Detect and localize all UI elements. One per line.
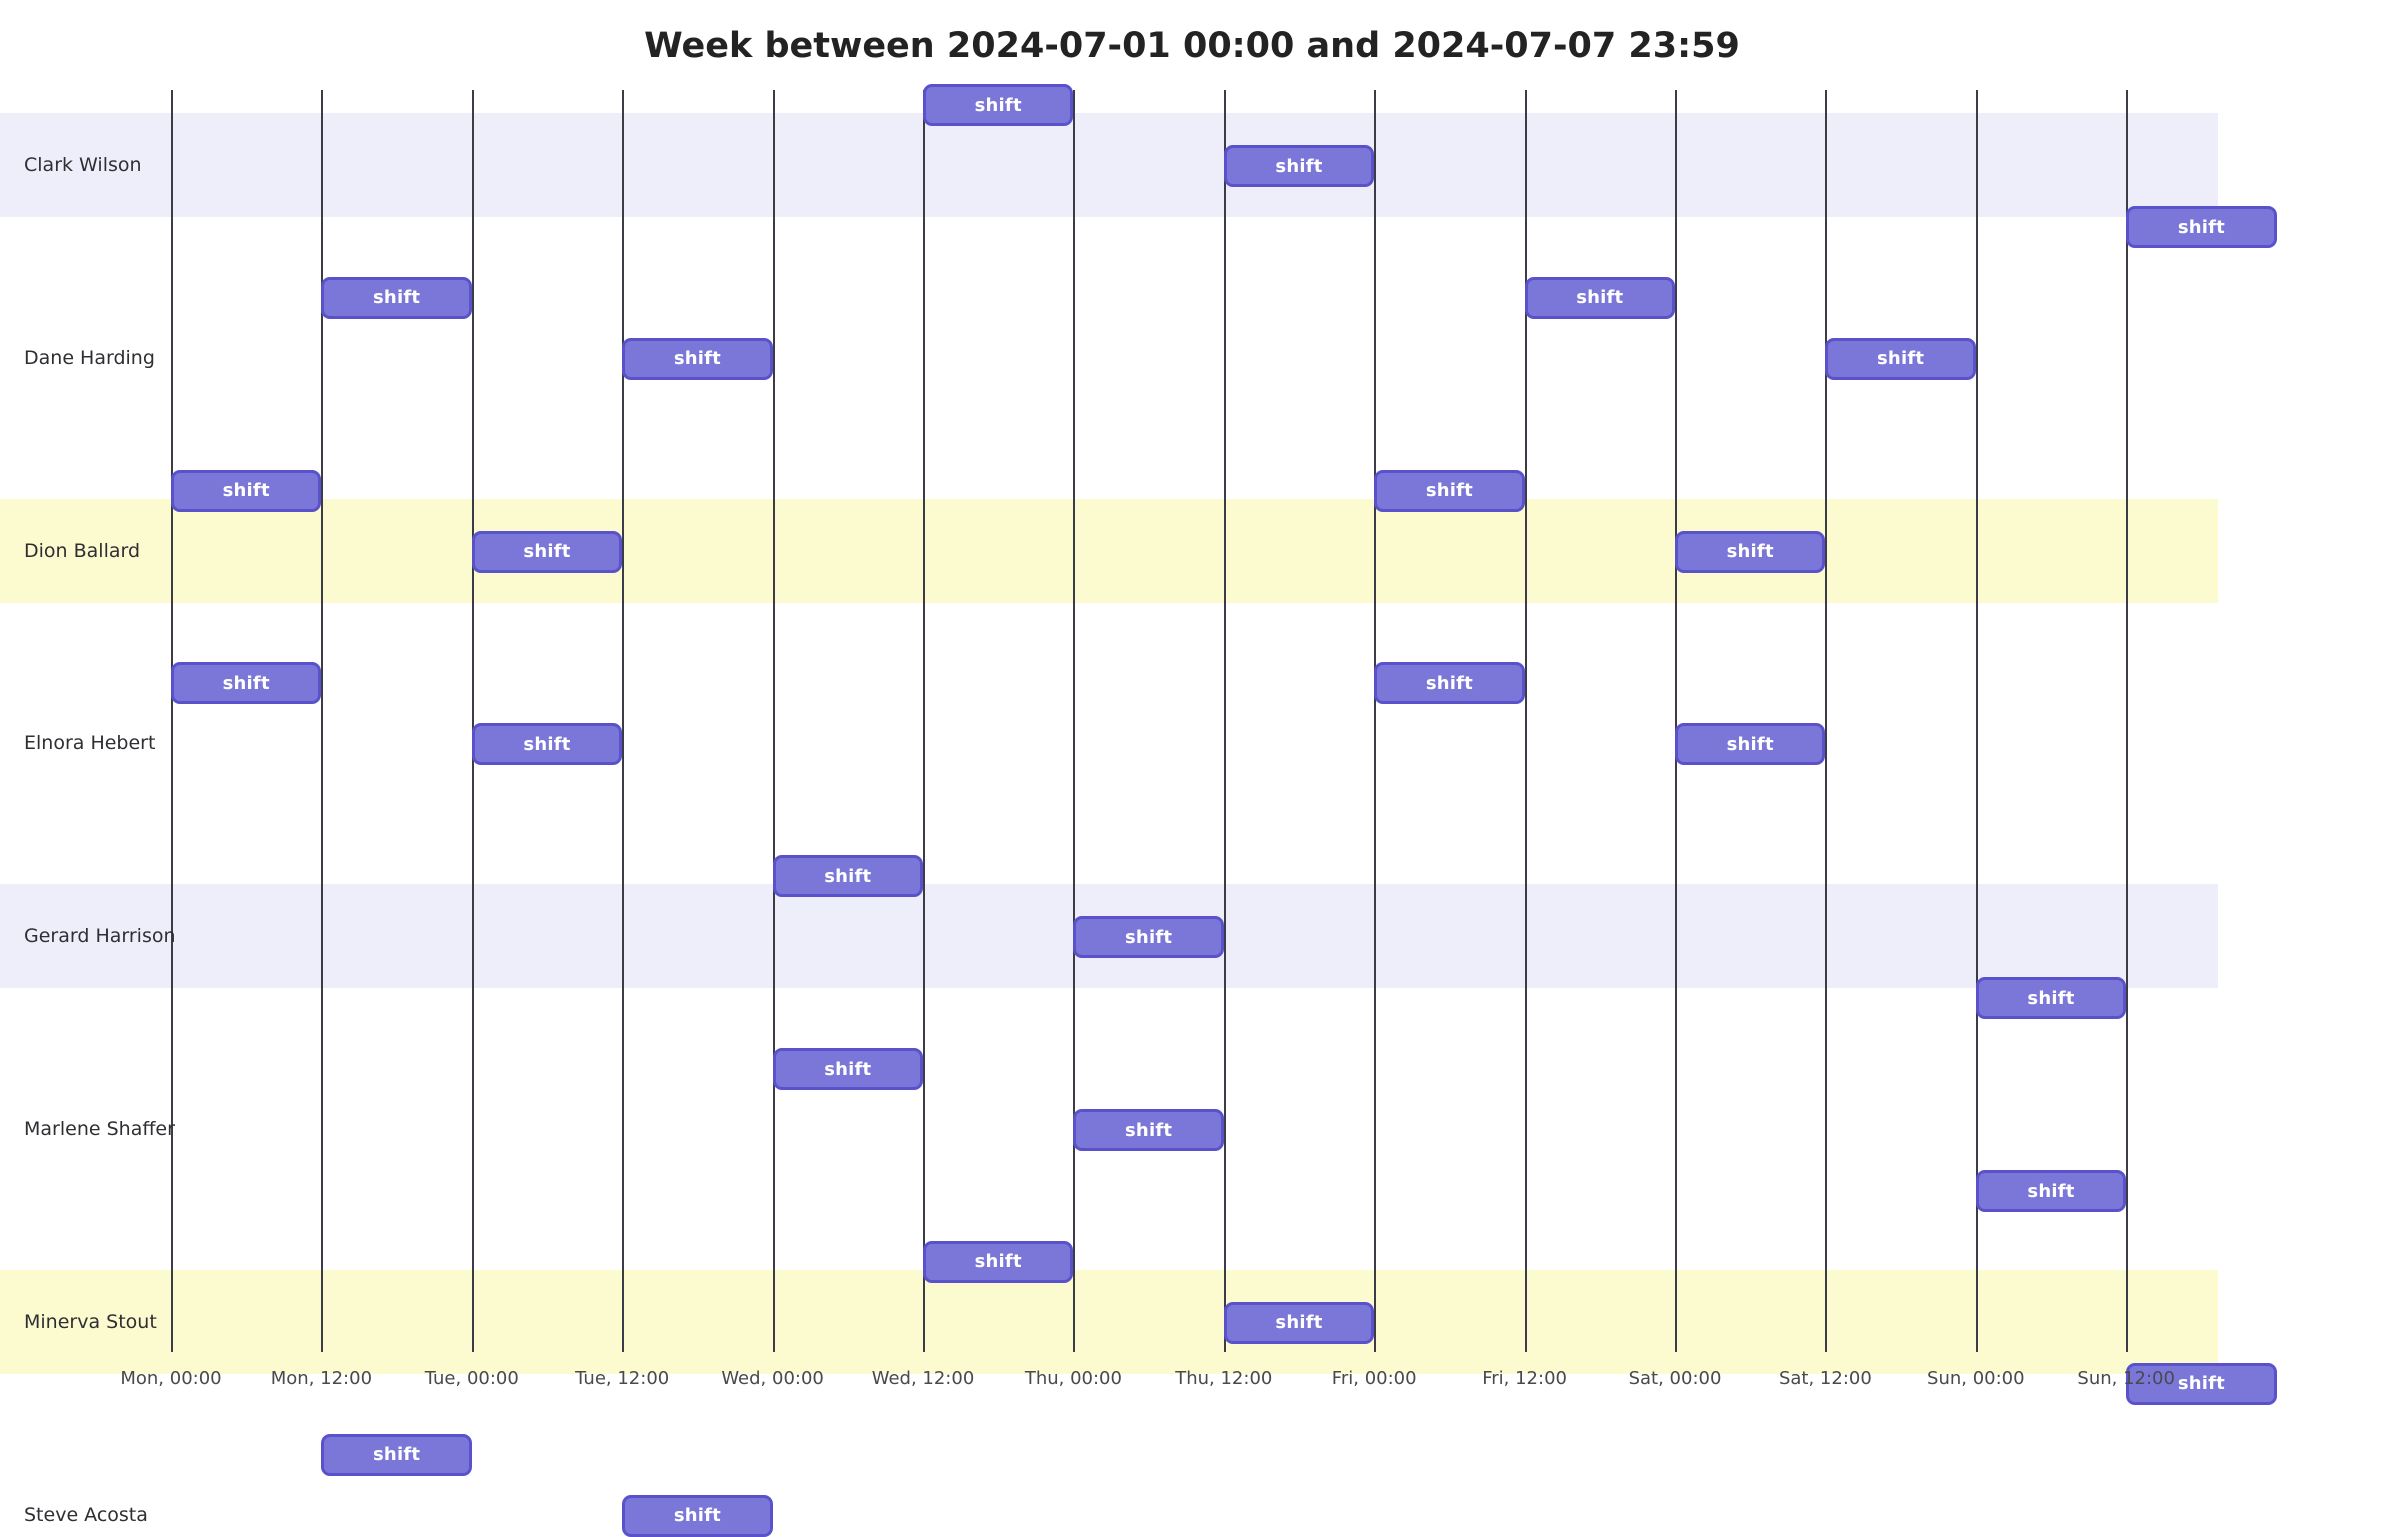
y-axis-row-label: Elnora Hebert — [24, 732, 156, 755]
x-tick-label: Mon, 12:00 — [270, 1368, 373, 1389]
x-tick-label: Wed, 00:00 — [721, 1368, 824, 1389]
gantt-bar[interactable]: shift — [1374, 662, 1525, 705]
gantt-bar[interactable]: shift — [321, 276, 472, 319]
y-axis-row-label: Steve Acosta — [24, 1503, 148, 1526]
gantt-bar[interactable]: shift — [622, 337, 773, 380]
y-axis-row-label: Gerard Harrison — [24, 925, 176, 948]
gantt-bar[interactable]: shift — [622, 1494, 773, 1537]
x-tick-label: Thu, 12:00 — [1175, 1368, 1273, 1389]
y-axis-row-label: Marlene Shaffer — [24, 1118, 175, 1140]
gantt-bar[interactable]: shift — [1975, 1170, 2127, 1212]
gantt-bar[interactable]: shift — [1524, 276, 1675, 319]
gantt-bar[interactable]: shift — [1073, 916, 1224, 959]
gantt-bar[interactable]: shift — [772, 1048, 923, 1090]
x-tick-label: Mon, 00:00 — [120, 1368, 222, 1389]
plot-area: shift shift shift shift shift shift shift shift… — [0, 84, 2277, 1537]
gantt-bar[interactable]: shift — [1975, 977, 2127, 1020]
x-tick-label: Fri, 00:00 — [1331, 1368, 1417, 1389]
gantt-bar[interactable]: shift — [1223, 145, 1375, 187]
x-tick-label: Thu, 00:00 — [1024, 1368, 1122, 1389]
gantt-bar[interactable]: shift — [1675, 723, 1826, 766]
gantt-bar[interactable]: shift — [171, 662, 322, 705]
gantt-bar[interactable]: shift — [1374, 469, 1525, 512]
gantt-bar[interactable]: shift — [1825, 337, 1976, 380]
gantt-chart: Week between 2024-07-01 00:00 and 2024-0… — [0, 0, 2384, 1537]
gantt-bar[interactable]: shift — [923, 1240, 1074, 1283]
y-axis-row-label: Dane Harding — [24, 346, 155, 369]
gantt-bar[interactable]: shift — [923, 84, 1074, 126]
y-axis-row-label: Dion Ballard — [24, 539, 141, 562]
x-tick-label: Tue, 12:00 — [575, 1368, 670, 1389]
x-tick-label: Sun, 00:00 — [1927, 1368, 2025, 1389]
gantt-bar[interactable]: shift — [1223, 1301, 1375, 1344]
x-tick-label: Fri, 12:00 — [1482, 1368, 1567, 1389]
x-tick-label: Sat, 12:00 — [1778, 1368, 1872, 1389]
bar-layer: shift shift shift shift shift shift shift shift… — [171, 84, 2277, 1537]
gantt-bar[interactable]: shift — [171, 469, 322, 512]
x-tick-label: Sun, 12:00 — [2077, 1368, 2175, 1389]
gantt-bar[interactable]: shift — [1073, 1109, 1224, 1151]
y-axis-row-label: Minerva Stout — [24, 1310, 157, 1333]
x-tick-label: Tue, 00:00 — [424, 1368, 519, 1389]
x-tick-label: Wed, 12:00 — [871, 1368, 975, 1389]
x-tick-label: Sat, 00:00 — [1628, 1368, 1722, 1389]
gantt-bar[interactable]: shift — [2126, 206, 2277, 248]
gantt-bar[interactable]: shift — [471, 530, 623, 573]
y-axis-row-label: Clark Wilson — [24, 154, 142, 176]
gantt-bar[interactable]: shift — [1675, 530, 1826, 573]
gantt-bar[interactable]: shift — [772, 855, 923, 898]
gantt-bar[interactable]: shift — [321, 1433, 472, 1476]
gantt-bar[interactable]: shift — [471, 723, 623, 766]
chart-title: Week between 2024-07-01 00:00 and 2024-0… — [644, 26, 1740, 66]
gridline — [2126, 90, 2129, 1352]
